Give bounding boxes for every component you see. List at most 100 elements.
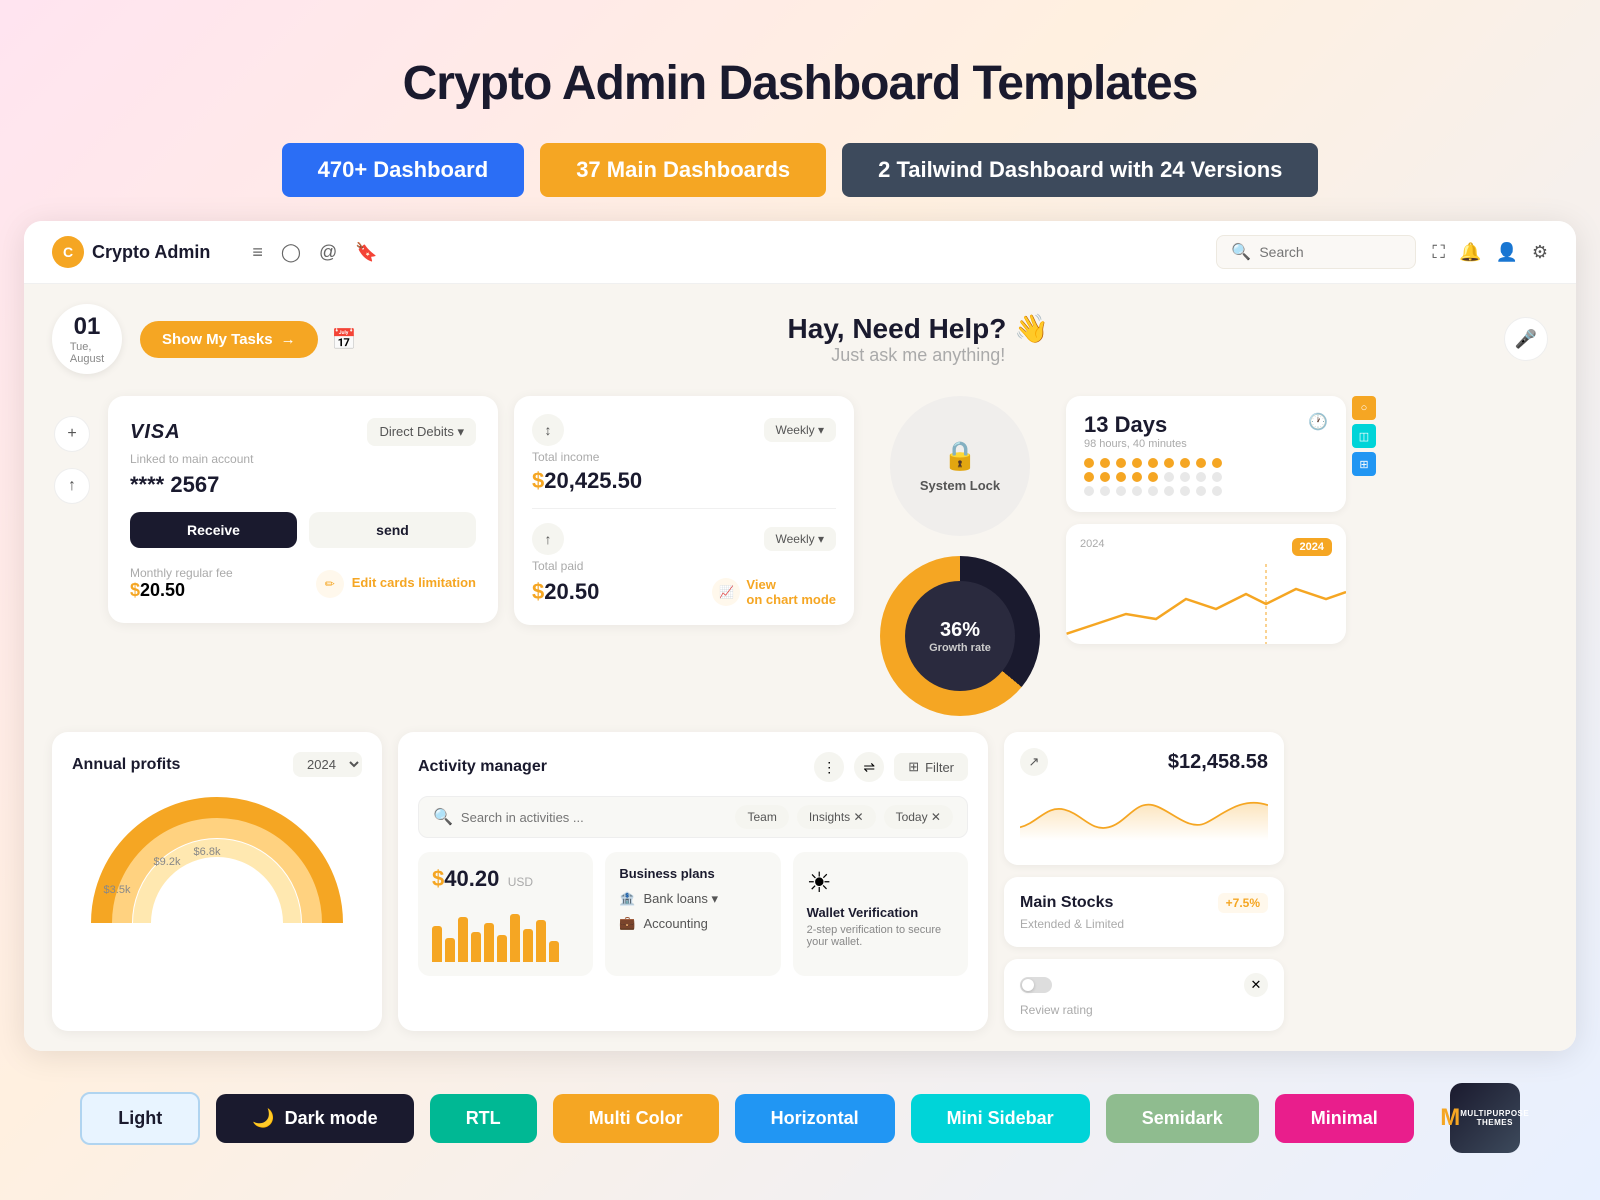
filter-icon: ⊞ — [908, 759, 919, 775]
dot — [1180, 486, 1190, 496]
search-input[interactable] — [1259, 244, 1401, 260]
vri-orange-button[interactable]: ○ — [1352, 396, 1376, 420]
toggle-switch[interactable] — [1020, 977, 1052, 993]
bookmark-icon[interactable]: 🔖 — [355, 242, 377, 263]
settings-icon[interactable]: ⚙ — [1532, 242, 1548, 263]
act-currency: USD — [508, 875, 533, 889]
mini-chart-svg — [1066, 564, 1346, 644]
main-grid: + ↑ VISA Direct Debits ▾ Linked to main … — [52, 396, 1548, 716]
dot — [1084, 458, 1094, 468]
stocks-info-card: Main Stocks +7.5% Extended & Limited — [1004, 877, 1284, 947]
tag-team[interactable]: Team — [735, 805, 788, 829]
income-card: ↕ Weekly ▾ Total income $20,425.50 ↑ Wee… — [514, 396, 854, 625]
theme-dark-button[interactable]: 🌙 Dark mode — [216, 1094, 413, 1143]
bar — [471, 932, 481, 962]
bell-icon[interactable]: 🔔 — [1459, 242, 1481, 263]
greeting-subtitle: Just ask me anything! — [357, 345, 1481, 366]
columns-button[interactable]: ⇌ — [854, 752, 884, 782]
stocks-sub: Extended & Limited — [1020, 917, 1268, 931]
total-income-label: Total income — [532, 450, 836, 464]
dot — [1116, 458, 1126, 468]
days-card: 13 Days 98 hours, 40 minutes 🕐 — [1066, 396, 1346, 512]
fullscreen-icon[interactable]: ⛶ — [1432, 242, 1445, 263]
monthly-fee-label: Monthly regular fee — [130, 566, 233, 580]
edit-icon[interactable]: ✏ — [316, 570, 344, 598]
close-button[interactable]: ✕ — [1244, 973, 1268, 997]
stocks-name: Main Stocks — [1020, 894, 1113, 912]
edit-link[interactable]: Edit cards limitation — [352, 575, 476, 592]
growth-column: 🔒 System Lock 36% Growth rate — [870, 396, 1050, 716]
dark-mode-label: Dark mode — [285, 1108, 378, 1129]
bank-loans-label: Bank loans ▾ — [644, 891, 718, 907]
activity-content-grid: $40.20 USD — [418, 852, 968, 976]
add-button[interactable]: + — [54, 416, 90, 452]
dot — [1196, 458, 1206, 468]
chart-year-badge: 2024 — [1292, 538, 1332, 556]
filter-button[interactable]: ⊞ Filter — [894, 753, 968, 781]
business-plans-title: Business plans — [619, 866, 766, 881]
theme-horizontal-button[interactable]: Horizontal — [735, 1094, 895, 1143]
dot — [1164, 472, 1174, 482]
search-bar[interactable]: 🔍 — [1216, 235, 1416, 269]
dot — [1116, 472, 1126, 482]
income-row-top: ↕ Weekly ▾ — [532, 414, 836, 446]
review-label: Review rating — [1020, 1003, 1268, 1017]
system-lock-label: System Lock — [920, 478, 1000, 493]
bottom-grid: Annual profits 202420232022 — [52, 732, 1548, 1031]
nav-logo: C Crypto Admin — [52, 236, 210, 268]
view-chart-link[interactable]: 📈 Viewon chart mode — [712, 577, 836, 607]
page-title: Crypto Admin Dashboard Templates — [0, 28, 1600, 129]
activity-search[interactable]: 🔍 Team Insights ✕ Today ✕ — [418, 796, 968, 838]
at-icon[interactable]: @ — [319, 242, 337, 263]
bar — [497, 935, 507, 962]
weekly-button-paid[interactable]: Weekly ▾ — [764, 527, 836, 551]
chat-icon[interactable]: ◯ — [281, 242, 301, 263]
svg-text:$9.2k: $9.2k — [154, 856, 181, 868]
dot — [1212, 472, 1222, 482]
send-button[interactable]: send — [309, 512, 476, 548]
logo-icon: C — [52, 236, 84, 268]
nav-action-icons: ⛶ 🔔 👤 ⚙ — [1432, 242, 1548, 263]
tag-today-label: Today ✕ — [896, 810, 941, 824]
lock-icon: 🔒 — [943, 439, 978, 472]
dot — [1164, 486, 1174, 496]
theme-mini-button[interactable]: Mini Sidebar — [911, 1094, 1090, 1143]
card-subtitle: Linked to main account — [130, 452, 476, 466]
bar — [445, 938, 455, 962]
user-icon[interactable]: 👤 — [1495, 242, 1517, 263]
nav-icons: ≡ ◯ @ 🔖 — [252, 242, 377, 263]
vri-teal-button[interactable]: ◫ — [1352, 424, 1376, 448]
growth-donut-inner: 36% Growth rate — [905, 581, 1015, 691]
calendar-icon[interactable]: 📅 — [332, 327, 357, 352]
weekly-button-income[interactable]: Weekly ▾ — [764, 418, 836, 442]
vri-blue-button[interactable]: ⊞ — [1352, 452, 1376, 476]
menu-icon[interactable]: ≡ — [252, 242, 263, 263]
more-options-button[interactable]: ⋮ — [814, 752, 844, 782]
tag-today[interactable]: Today ✕ — [884, 805, 953, 829]
tag-insights[interactable]: Insights ✕ — [797, 805, 876, 829]
view-chart-label: Viewon chart mode — [746, 577, 836, 607]
share-button[interactable]: ↑ — [54, 468, 90, 504]
accounting-label: Accounting — [644, 916, 708, 931]
theme-minimal-button[interactable]: Minimal — [1275, 1094, 1414, 1143]
activity-search-input[interactable] — [461, 810, 728, 825]
dot — [1148, 458, 1158, 468]
theme-light-button[interactable]: Light — [80, 1092, 200, 1145]
receive-button[interactable]: Receive — [130, 512, 297, 548]
theme-multi-button[interactable]: Multi Color — [553, 1094, 719, 1143]
wallet-title: Wallet Verification — [807, 905, 954, 920]
mic-button[interactable]: 🎤 — [1504, 317, 1548, 361]
date-month: Tue,August — [70, 341, 104, 365]
dashboard-wrapper: C Crypto Admin ≡ ◯ @ 🔖 🔍 ⛶ 🔔 👤 ⚙ — [24, 221, 1576, 1051]
bar — [536, 920, 546, 962]
mini-chart-card: 2024 2024 — [1066, 524, 1346, 644]
card-number: **** 2567 — [130, 472, 476, 498]
theme-semidark-button[interactable]: Semidark — [1106, 1094, 1259, 1143]
show-tasks-button[interactable]: Show My Tasks → — [140, 321, 318, 358]
direct-debits-button[interactable]: Direct Debits ▾ — [367, 418, 476, 446]
year-select[interactable]: 202420232022 — [293, 752, 362, 777]
share-icon[interactable]: ↗ — [1020, 748, 1048, 776]
income-row-bottom: ↑ Weekly ▾ — [532, 523, 836, 555]
stocks-wave-chart — [1020, 784, 1268, 844]
theme-rtl-button[interactable]: RTL — [430, 1094, 537, 1143]
